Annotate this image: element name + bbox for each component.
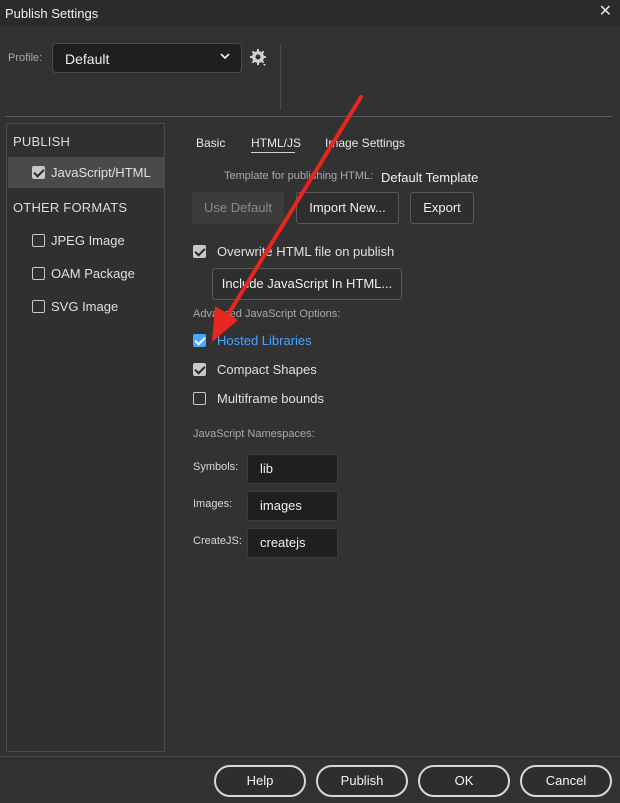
- export-button[interactable]: Export: [410, 192, 474, 224]
- window-title: Publish Settings: [5, 6, 99, 21]
- format-sidebar: PUBLISH JavaScript/HTML OTHER FORMATS JP…: [6, 123, 165, 752]
- namespaces-heading: JavaScript Namespaces:: [193, 428, 315, 440]
- divider: [0, 756, 620, 757]
- chevron-down-icon: [219, 50, 231, 65]
- advanced-options-heading: Advanced JavaScript Options:: [193, 308, 341, 320]
- multiframe-bounds-label: Multiframe bounds: [217, 391, 324, 406]
- compact-shapes-label: Compact Shapes: [217, 362, 317, 377]
- symbols-field[interactable]: lib: [247, 454, 338, 484]
- images-label: Images:: [193, 498, 233, 510]
- symbols-label: Symbols:: [193, 461, 239, 473]
- sidebar-item-oam[interactable]: OAM Package: [8, 259, 165, 287]
- tab-html-js[interactable]: HTML/JS: [251, 136, 301, 150]
- compact-shapes-checkbox[interactable]: [193, 363, 206, 376]
- profile-dropdown[interactable]: Default: [52, 43, 242, 73]
- createjs-field[interactable]: createjs: [247, 528, 338, 558]
- use-default-button[interactable]: Use Default: [192, 192, 284, 224]
- multiframe-bounds-checkbox[interactable]: [193, 392, 206, 405]
- sidebar-item-label: OAM Package: [51, 266, 135, 281]
- cancel-button[interactable]: Cancel: [520, 765, 612, 797]
- images-field[interactable]: images: [247, 491, 338, 521]
- template-label: Template for publishing HTML:: [224, 170, 374, 182]
- close-icon[interactable]: ✕: [599, 3, 612, 21]
- profile-label: Profile:: [8, 52, 43, 64]
- sidebar-item-jpeg[interactable]: JPEG Image: [8, 226, 165, 254]
- oam-checkbox[interactable]: [32, 267, 45, 280]
- hosted-libraries-checkbox[interactable]: [193, 334, 206, 347]
- jpeg-checkbox[interactable]: [32, 234, 45, 247]
- sidebar-item-javascript-html[interactable]: JavaScript/HTML: [8, 157, 165, 188]
- overwrite-checkbox[interactable]: [193, 245, 206, 258]
- import-new-button[interactable]: Import New...: [296, 192, 399, 224]
- other-formats-heading: OTHER FORMATS: [13, 200, 128, 215]
- svg-checkbox[interactable]: [32, 300, 45, 313]
- sidebar-item-label: JavaScript/HTML: [51, 165, 151, 180]
- template-value: Default Template: [381, 170, 479, 185]
- publish-button[interactable]: Publish: [316, 765, 408, 797]
- tab-basic[interactable]: Basic: [196, 136, 225, 150]
- include-javascript-button[interactable]: Include JavaScript In HTML...: [212, 268, 402, 300]
- sidebar-item-svg[interactable]: SVG Image: [8, 292, 165, 320]
- hosted-libraries-label: Hosted Libraries: [217, 333, 312, 348]
- divider: [280, 44, 281, 110]
- publish-heading: PUBLISH: [13, 134, 71, 149]
- sidebar-item-label: SVG Image: [51, 299, 119, 314]
- help-button[interactable]: Help: [214, 765, 306, 797]
- divider: [5, 116, 612, 117]
- ok-button[interactable]: OK: [418, 765, 510, 797]
- active-tab-underline: [251, 152, 295, 153]
- createjs-label: CreateJS:: [193, 535, 242, 547]
- sidebar-item-label: JPEG Image: [51, 233, 125, 248]
- profile-value: Default: [65, 51, 110, 67]
- title-bar: Publish Settings ✕: [0, 0, 620, 26]
- javascript-html-checkbox[interactable]: [32, 166, 45, 179]
- tab-image-settings[interactable]: Image Settings: [325, 136, 405, 150]
- overwrite-label: Overwrite HTML file on publish: [217, 244, 395, 259]
- gear-icon[interactable]: [248, 47, 270, 69]
